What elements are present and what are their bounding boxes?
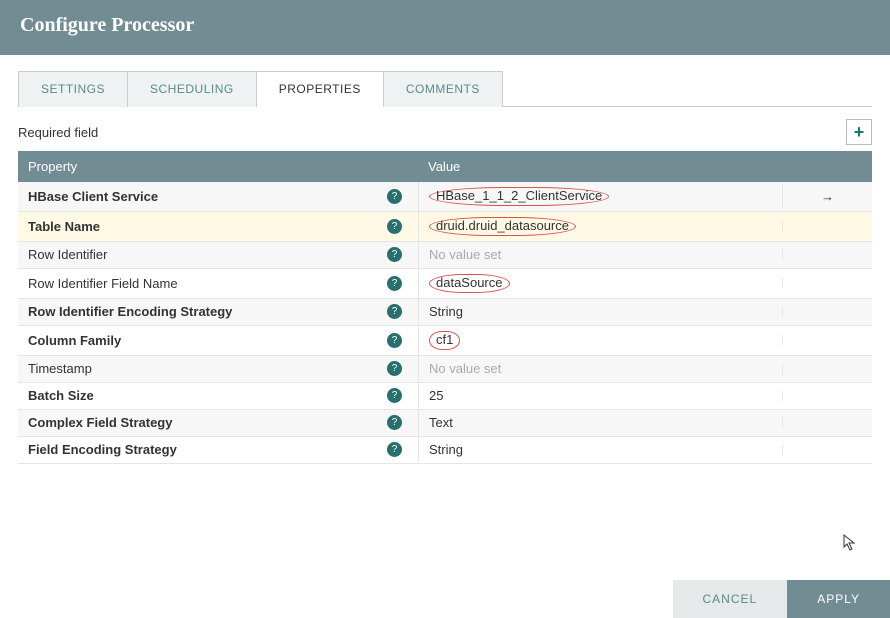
extra-cell[interactable]: → <box>782 184 872 209</box>
help-icon[interactable]: ? <box>387 415 402 430</box>
help-icon[interactable]: ? <box>387 388 402 403</box>
property-cell: Batch Size? <box>18 383 418 408</box>
value-text: druid.druid_datasource <box>429 217 576 236</box>
table-body: HBase Client Service? HBase_1_1_2_ClientS… <box>18 182 872 464</box>
tab-properties[interactable]: PROPERTIES <box>257 71 384 107</box>
property-name: Batch Size <box>28 388 94 403</box>
extra-cell <box>782 445 872 455</box>
value-cell[interactable]: druid.druid_datasource <box>418 212 782 241</box>
property-name: Column Family <box>28 333 121 348</box>
property-cell: Row Identifier? <box>18 242 418 267</box>
table-row[interactable]: Row Identifier Encoding Strategy?String <box>18 299 872 326</box>
value-text: dataSource <box>429 274 510 293</box>
help-icon[interactable]: ? <box>387 361 402 376</box>
extra-cell <box>782 418 872 428</box>
help-icon[interactable]: ? <box>387 219 402 234</box>
help-icon[interactable]: ? <box>387 276 402 291</box>
extra-cell <box>782 391 872 401</box>
property-name: Field Encoding Strategy <box>28 442 177 457</box>
help-icon[interactable]: ? <box>387 304 402 319</box>
property-cell: Field Encoding Strategy? <box>18 437 418 462</box>
value-cell[interactable]: No value set <box>418 242 782 267</box>
property-name: Timestamp <box>28 361 92 376</box>
add-property-button[interactable]: + <box>846 119 872 145</box>
value-cell[interactable]: String <box>418 299 782 324</box>
required-field-label: Required field <box>18 125 98 140</box>
help-icon[interactable]: ? <box>387 247 402 262</box>
property-cell: HBase Client Service? <box>18 184 418 209</box>
tab-scheduling[interactable]: SCHEDULING <box>128 71 257 107</box>
extra-cell <box>782 278 872 288</box>
table-row[interactable]: Row Identifier?No value set <box>18 242 872 269</box>
table-row[interactable]: Column Family? cf1 <box>18 326 872 356</box>
help-icon[interactable]: ? <box>387 442 402 457</box>
value-cell[interactable]: cf1 <box>418 326 782 355</box>
property-name: Row Identifier Field Name <box>28 276 178 291</box>
table-row[interactable]: Complex Field Strategy?Text <box>18 410 872 437</box>
dialog-footer: CANCEL APPLY <box>673 580 890 618</box>
tab-comments[interactable]: COMMENTS <box>384 71 503 107</box>
property-name: Complex Field Strategy <box>28 415 172 430</box>
dialog-header: Configure Processor <box>0 0 890 55</box>
property-name: HBase Client Service <box>28 189 158 204</box>
required-line: Required field + <box>18 119 872 145</box>
extra-cell <box>782 307 872 317</box>
value-cell[interactable]: No value set <box>418 356 782 381</box>
property-name: Row Identifier <box>28 247 107 262</box>
dialog-title: Configure Processor <box>20 14 870 37</box>
goto-arrow-icon[interactable]: → <box>821 189 834 204</box>
value-text: HBase_1_1_2_ClientService <box>429 187 609 206</box>
table-row[interactable]: Table Name? druid.druid_datasource <box>18 212 872 242</box>
extra-cell <box>782 364 872 374</box>
apply-button[interactable]: APPLY <box>787 580 890 618</box>
help-icon[interactable]: ? <box>387 333 402 348</box>
property-cell: Row Identifier Field Name? <box>18 271 418 296</box>
extra-cell <box>782 250 872 260</box>
property-cell: Column Family? <box>18 328 418 353</box>
table-row[interactable]: Timestamp?No value set <box>18 356 872 383</box>
property-cell: Complex Field Strategy? <box>18 410 418 435</box>
column-header-property: Property <box>18 151 418 182</box>
cancel-button[interactable]: CANCEL <box>673 580 788 618</box>
table-header: Property Value <box>18 151 872 182</box>
value-cell[interactable]: dataSource <box>418 269 782 298</box>
tab-bar: SETTINGSSCHEDULINGPROPERTIESCOMMENTS <box>18 71 872 107</box>
value-cell[interactable]: Text <box>418 410 782 435</box>
dialog-content: SETTINGSSCHEDULINGPROPERTIESCOMMENTS Req… <box>0 55 890 464</box>
help-icon[interactable]: ? <box>387 189 402 204</box>
value-cell[interactable]: HBase_1_1_2_ClientService <box>418 182 782 211</box>
table-row[interactable]: Row Identifier Field Name? dataSource <box>18 269 872 299</box>
property-cell: Table Name? <box>18 214 418 239</box>
property-name: Row Identifier Encoding Strategy <box>28 304 232 319</box>
property-cell: Row Identifier Encoding Strategy? <box>18 299 418 324</box>
value-cell[interactable]: 25 <box>418 383 782 408</box>
extra-cell <box>782 221 872 231</box>
tab-settings[interactable]: SETTINGS <box>18 71 128 107</box>
property-name: Table Name <box>28 219 100 234</box>
value-text: cf1 <box>429 331 460 350</box>
value-cell[interactable]: String <box>418 437 782 462</box>
extra-cell <box>782 335 872 345</box>
table-row[interactable]: Field Encoding Strategy?String <box>18 437 872 464</box>
table-row[interactable]: HBase Client Service? HBase_1_1_2_ClientS… <box>18 182 872 212</box>
table-row[interactable]: Batch Size?25 <box>18 383 872 410</box>
property-cell: Timestamp? <box>18 356 418 381</box>
column-header-value: Value <box>418 151 872 182</box>
cursor-icon <box>842 533 858 556</box>
